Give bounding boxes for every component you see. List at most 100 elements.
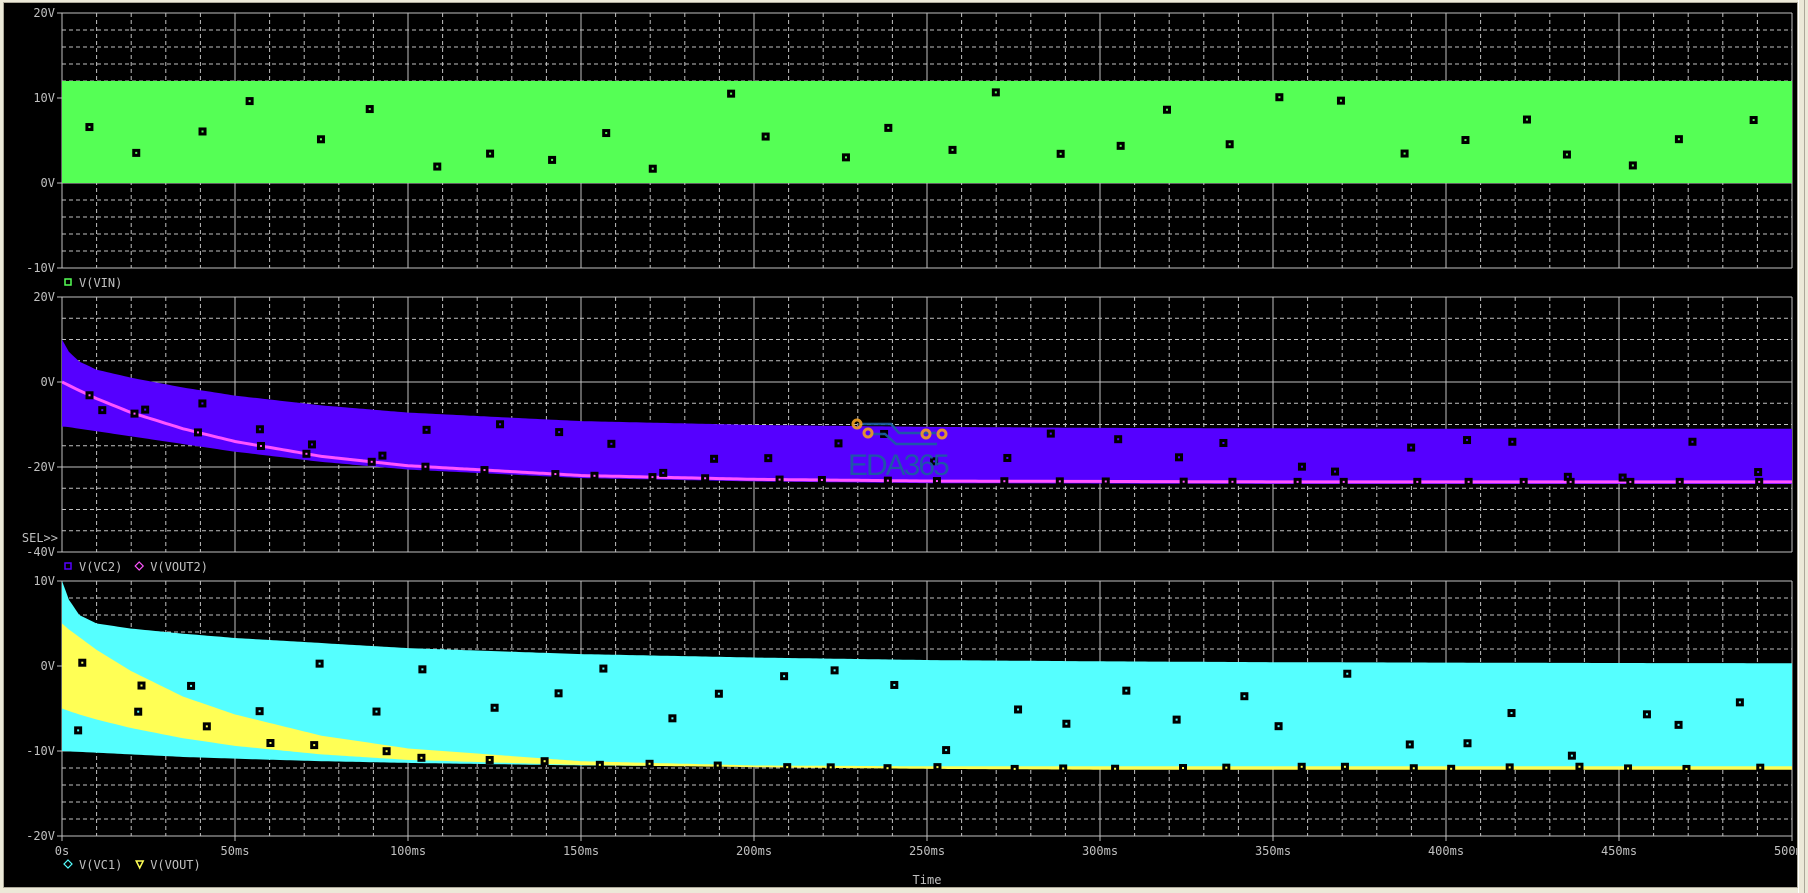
trace-marker [1059,764,1068,773]
marker-dot [1412,767,1415,770]
trace-marker [1343,669,1352,678]
trace-marker [1507,709,1516,718]
marker-dot [190,684,193,687]
marker-dot [370,460,373,463]
marker-dot [1062,767,1065,770]
marker-dot [1125,689,1128,692]
trace-marker [1101,477,1110,486]
trace-marker [1274,722,1283,731]
trace-marker [1014,705,1023,714]
plot-panel-1: 20V 10V 0V -10V V(VIN) [26,6,1793,290]
trace-marker [1405,740,1414,749]
trace-marker [1505,763,1514,772]
marker-dot [1278,96,1281,99]
marker-dot [648,762,651,765]
trace-marker [255,425,264,434]
marker-dot [1408,743,1411,746]
marker-dot [662,471,665,474]
trace-marker [890,680,899,689]
trace-marker [1056,149,1065,158]
legend-label[interactable]: V(VC1) [79,858,122,872]
trace-marker [554,689,563,698]
trace-marker [595,760,604,769]
trace-marker [783,763,792,772]
trace-marker [1624,764,1633,773]
y-tick-label: 20V [33,6,55,20]
legend-square-icon [64,278,72,286]
marker-dot [1119,144,1122,147]
trace-marker [310,741,319,750]
trace-marker [1519,477,1528,486]
legend-label[interactable]: V(VOUT2) [150,560,208,574]
marker-dot [1300,465,1303,468]
marker-dot [1629,480,1632,483]
y-tick-label: 0V [41,176,55,190]
marker-dot [1403,152,1406,155]
trace-marker [1331,467,1340,476]
marker-dot [558,431,561,434]
legend-label[interactable]: V(VC2) [79,560,122,574]
marker-dot [945,749,948,752]
marker-dot [319,138,322,141]
marker-dot [1017,708,1020,711]
trace-marker [1000,477,1009,486]
trace-marker [1407,443,1416,452]
trace-marker [1225,140,1234,149]
trace-marker [187,681,196,690]
trace-marker [780,672,789,681]
marker-dot [1416,480,1419,483]
trace-marker [883,764,892,773]
marker-dot [1058,480,1061,483]
marker-dot [483,469,486,472]
trace-marker [98,406,107,415]
trace-marker [1172,715,1181,724]
marker-dot [424,465,427,468]
trace-marker [1674,720,1683,729]
trace-marker [1162,105,1171,114]
trace-marker [1055,477,1064,486]
waveform-canvas[interactable]: 20V 10V 0V -10V V(VIN) 20V 0V -20V -40V V(VC2) V(V… [4,3,1797,887]
y-tick-label: 10V [33,574,55,588]
marker-dot [1510,712,1513,715]
trace-marker [132,148,141,157]
marker-dot [310,443,313,446]
y-tick-label: 20V [33,290,55,304]
trace-marker [1409,764,1418,773]
marker-dot [318,662,321,665]
trace-marker [198,399,207,408]
marker-dot [1757,471,1760,474]
marker-dot [140,684,143,687]
marker-dot [1231,480,1234,483]
legend-label[interactable]: V(VOUT) [150,858,201,872]
marker-dot [258,428,261,431]
marker-dot [101,409,104,412]
marker-dot [133,412,136,415]
marker-dot [493,706,496,709]
marker-dot [886,767,889,770]
trace-marker [668,714,677,723]
trace-marker [1749,116,1758,125]
trace-marker [1222,763,1231,772]
marker-dot [488,758,491,761]
trace-marker [422,425,431,434]
marker-dot [1525,118,1528,121]
marker-dot [1049,432,1052,435]
legend-triangle-icon [134,860,145,870]
trace-marker [1675,477,1684,486]
trace-marker [485,755,494,764]
marker-dot [248,100,251,103]
marker-dot [305,452,308,455]
trace-marker [834,439,843,448]
marker-dot [1627,767,1630,770]
trace-marker [1400,149,1409,158]
marker-dot [994,91,997,94]
trace-marker [1175,453,1184,462]
legend-label[interactable]: V(VIN) [79,276,122,290]
x-tick-label: 500ms [1774,844,1797,858]
y-tick-label: -40V [26,545,55,559]
marker-dot [786,766,789,769]
trace-marker [378,451,387,460]
trace-marker [266,739,275,748]
trace-marker [714,689,723,698]
trace-marker [1575,762,1584,771]
